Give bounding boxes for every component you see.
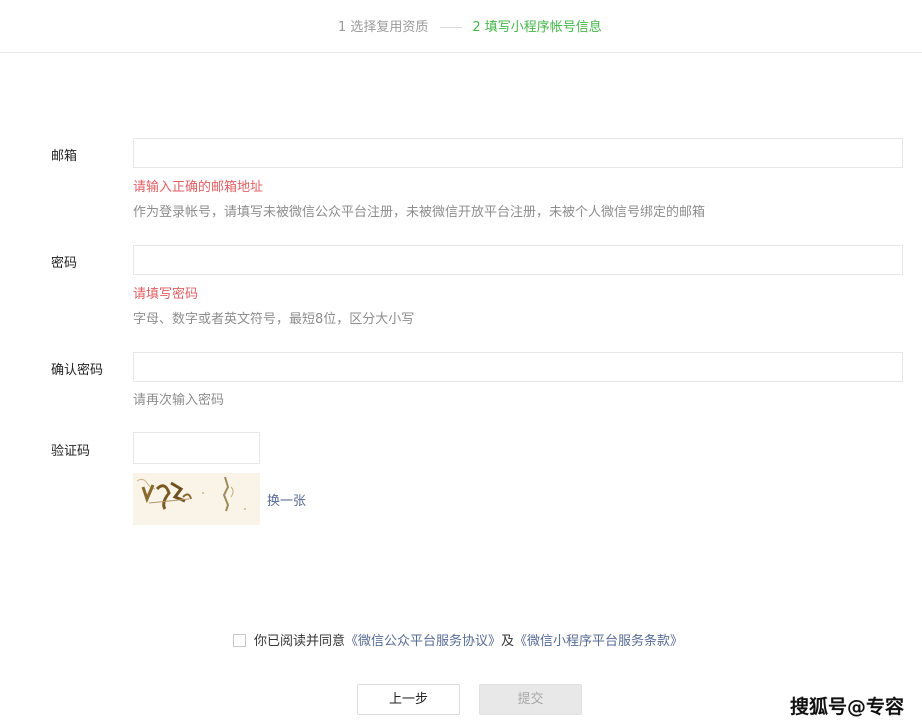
confirm-password-input[interactable] xyxy=(133,352,903,382)
captcha-image[interactable] xyxy=(133,473,260,525)
submit-button[interactable]: 提交 xyxy=(479,684,582,715)
watermark-text: 搜狐号@专容 xyxy=(790,696,905,718)
agreement-row: 你已阅读并同意《微信公众平台服务协议》及《微信小程序平台服务条款》 xyxy=(233,630,683,649)
agreement-prefix: 你已阅读并同意 xyxy=(254,634,346,649)
email-error: 请输入正确的邮箱地址 xyxy=(133,180,264,195)
step-list: 1 选择复用资质 2 填写小程序帐号信息 xyxy=(338,16,602,35)
captcha-label: 验证码 xyxy=(51,444,91,459)
email-label: 邮箱 xyxy=(51,149,78,164)
prev-step-button[interactable]: 上一步 xyxy=(357,684,460,715)
captcha-input[interactable] xyxy=(133,432,260,464)
email-input[interactable] xyxy=(133,138,903,168)
agreement-joiner: 及 xyxy=(501,634,515,649)
confirm-password-label: 确认密码 xyxy=(51,363,104,378)
password-input[interactable] xyxy=(133,245,903,275)
step-1-label: 1 选择复用资质 xyxy=(338,20,429,35)
change-captcha-link[interactable]: 换一张 xyxy=(267,490,306,509)
agreement-checkbox[interactable] xyxy=(233,634,246,647)
password-error: 请填写密码 xyxy=(133,287,199,302)
password-tip: 字母、数字或者英文符号，最短8位，区分大小写 xyxy=(133,312,415,327)
confirm-password-tip: 请再次输入密码 xyxy=(133,393,225,408)
step-indicator: 1 选择复用资质 2 填写小程序帐号信息 xyxy=(0,0,922,53)
miniprogram-terms-link[interactable]: 《微信小程序平台服务条款》 xyxy=(514,634,683,649)
password-label: 密码 xyxy=(51,256,78,271)
service-agreement-link[interactable]: 《微信公众平台服务协议》 xyxy=(345,634,501,649)
step-divider xyxy=(440,27,463,28)
email-tip: 作为登录帐号，请填写未被微信公众平台注册，未被微信开放平台注册，未被个人微信号绑… xyxy=(133,205,706,220)
step-2-label: 2 填写小程序帐号信息 xyxy=(472,20,602,35)
